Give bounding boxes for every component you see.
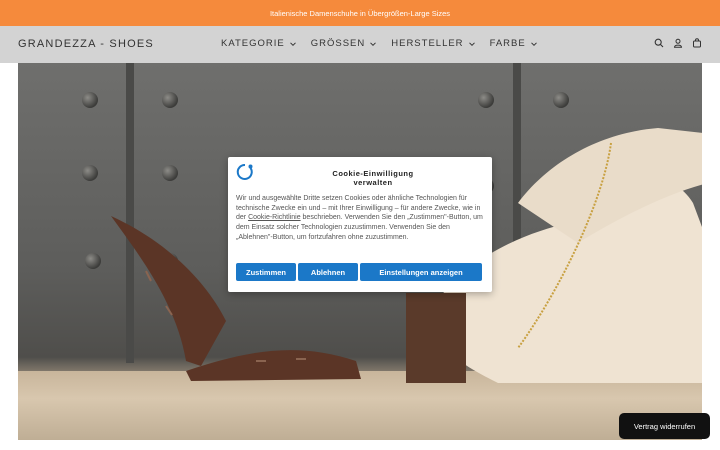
wall-rivet — [553, 92, 569, 108]
wall-rivet — [82, 92, 98, 108]
settings-button[interactable]: Einstellungen anzeigen — [360, 263, 482, 281]
wall-rivet — [162, 165, 178, 181]
header-icons — [654, 38, 702, 48]
account-icon[interactable] — [673, 38, 683, 48]
chevron-down-icon — [370, 41, 377, 46]
announcement-text: Italienische Damenschuhe in Übergrößen-L… — [269, 8, 451, 18]
nav-label: HERSTELLER — [391, 38, 464, 49]
revoke-consent-button[interactable]: Vertrag widerrufen — [619, 413, 710, 439]
wall-rivet — [82, 165, 98, 181]
chevron-down-icon — [289, 41, 296, 46]
cookie-consent-dialog: Cookie-Einwilligung verwalten Wir und au… — [228, 157, 492, 292]
cookie-dialog-text: Wir und ausgewählte Dritte setzen Cookie… — [236, 194, 486, 243]
announcement-bar: Italienische Damenschuhe in Übergrößen-L… — [0, 0, 720, 26]
nav-item-hersteller[interactable]: HERSTELLER — [391, 38, 475, 49]
main-nav: KATEGORIE GRÖSSEN HERSTELLER FARBE — [221, 38, 552, 49]
cart-icon[interactable] — [692, 38, 702, 48]
nav-item-farbe[interactable]: FARBE — [490, 38, 538, 49]
nav-label: KATEGORIE — [221, 38, 285, 49]
title-line-2: verwalten — [353, 178, 393, 187]
chevron-down-icon — [468, 41, 475, 46]
cookie-policy-link[interactable]: Cookie-Richtlinie — [248, 214, 301, 221]
title-line-1: Cookie-Einwilligung — [332, 169, 414, 178]
cookie-dialog-title: Cookie-Einwilligung verwalten — [298, 169, 448, 187]
accept-button[interactable]: Zustimmen — [236, 263, 296, 281]
wall-rivet — [85, 253, 101, 269]
search-icon[interactable] — [654, 38, 664, 48]
site-logo[interactable]: GRANDEZZA - SHOES — [18, 38, 154, 50]
consent-logo-icon — [236, 163, 253, 180]
nav-label: FARBE — [489, 38, 526, 49]
wall-rivet — [478, 92, 494, 108]
nav-item-groessen[interactable]: GRÖSSEN — [311, 38, 378, 49]
chevron-down-icon — [530, 41, 537, 46]
nav-label: GRÖSSEN — [310, 38, 366, 49]
site-header: GRANDEZZA - SHOES KATEGORIE GRÖSSEN HERS… — [0, 26, 720, 63]
nav-item-kategorie[interactable]: KATEGORIE — [221, 38, 297, 49]
reject-button[interactable]: Ablehnen — [298, 263, 358, 281]
wall-rivet — [162, 92, 178, 108]
